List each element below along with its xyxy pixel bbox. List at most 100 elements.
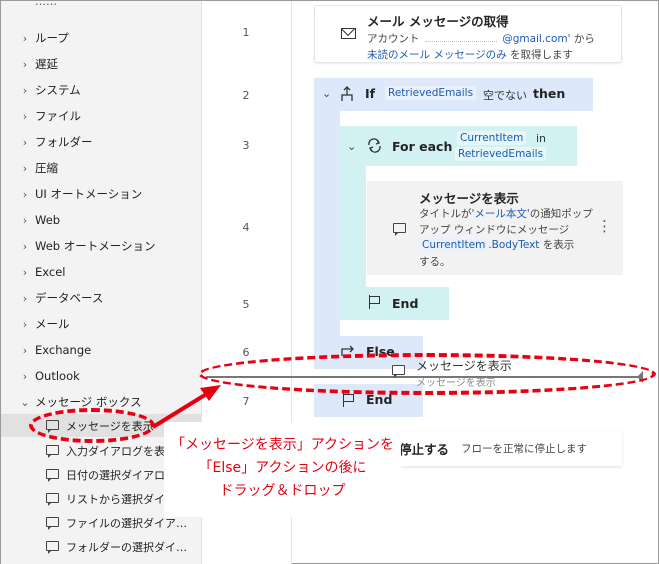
sidebar-item-excel[interactable]: › Excel (1, 260, 201, 284)
chevron-right-icon: › (22, 187, 28, 201)
sidebar-item-label: ループ (35, 31, 69, 45)
sidebar-item-outlook[interactable]: › Outlook (1, 364, 201, 388)
sidebar-partial-item: …… (35, 1, 57, 8)
sidebar-item-label: Outlook (35, 369, 80, 383)
chevron-right-icon: › (22, 83, 28, 97)
line-number: 1 (242, 26, 250, 39)
drop-target-highlight (198, 353, 656, 395)
sidebar-item-label: 圧縮 (35, 161, 58, 175)
sidebar-item-database[interactable]: › データベース (1, 286, 201, 310)
mail-icon (341, 28, 356, 39)
sidebar-item-label: UI オートメーション (35, 187, 143, 201)
variable-chip: RetrievedEmails (385, 86, 477, 100)
line-number: 4 (242, 221, 250, 234)
action-description: フローを正常に停止します (461, 443, 587, 455)
action-description: タイトルが'メール本文'の通知ポップ (419, 206, 593, 221)
title-value: 'メール本文' (471, 208, 530, 220)
annotation-callout: 「メッセージを表示」アクションを 「Else」アクションの後に ドラッグ＆ドロッ… (164, 422, 401, 517)
sidebar-item-label: Web (35, 213, 61, 227)
action-label: 入力ダイアログを表示 (66, 444, 176, 458)
chevron-right-icon: › (22, 57, 28, 71)
foreach-label: For each (392, 139, 453, 154)
action-card-retrieve-email[interactable]: メール メッセージの取得 アカウント @gmail.com' から 未読のメール… (314, 5, 622, 63)
if-label: If (365, 86, 376, 101)
action-description: CurrentItem .BodyText を表示 (419, 237, 574, 252)
foreach-block-rail (340, 166, 366, 287)
message-icon (46, 540, 59, 554)
line-number: 6 (242, 346, 250, 359)
desc-text: アップ ウィンドウにメッセージ (419, 224, 570, 236)
message-icon (46, 516, 59, 530)
sidebar-item-label: フォルダー (35, 135, 93, 149)
chevron-down-icon[interactable]: ⌄ (322, 87, 331, 100)
sidebar-item-loop[interactable]: › ループ (1, 26, 201, 50)
sidebar-item-folder[interactable]: › フォルダー (1, 130, 201, 154)
sidebar-item-file[interactable]: › ファイル (1, 104, 201, 128)
desc-text: の通知ポップ (529, 208, 593, 220)
chevron-right-icon: › (22, 369, 28, 383)
more-options-icon[interactable]: ⋮ (597, 217, 612, 235)
sidebar-item-mail[interactable]: › メール (1, 312, 201, 336)
then-label: then (533, 86, 566, 101)
desc-text: アカウント (367, 33, 420, 45)
sidebar-item-label: Exchange (35, 343, 92, 357)
desc-text: する。 (419, 256, 451, 268)
desc-text: を表示 (542, 239, 575, 251)
message-icon (46, 468, 59, 482)
chevron-right-icon: › (22, 161, 28, 175)
sidebar-item-label: メール (35, 317, 70, 331)
action-title: 停止する (399, 442, 450, 457)
action-label: フォルダーの選択ダイ… (66, 540, 187, 554)
sidebar-item-exchange[interactable]: › Exchange (1, 338, 201, 362)
desc-text: を取得します (509, 49, 573, 61)
action-folder-dialog[interactable]: フォルダーの選択ダイ… (1, 535, 201, 558)
sidebar-item-web-automation[interactable]: › Web オートメーション (1, 234, 201, 258)
chevron-right-icon: › (22, 31, 28, 45)
callout-line: ドラッグ＆ドロップ (219, 483, 346, 499)
chevron-right-icon: › (22, 265, 28, 279)
action-title: メッセージを表示 (419, 191, 519, 206)
action-card-display-message[interactable]: メッセージを表示 タイトルが'メール本文'の通知ポップ アップ ウィンドウにメッ… (367, 181, 623, 275)
chevron-right-icon: › (22, 291, 28, 305)
variable-chip: CurrentItem (457, 131, 527, 145)
in-text: in (536, 132, 547, 145)
action-card-stop-flow[interactable]: 停止する フローを正常に停止します (381, 431, 622, 466)
line-number: 5 (242, 298, 250, 311)
sidebar-item-label: ファイル (35, 109, 81, 123)
if-block-rail (314, 111, 340, 341)
sidebar-item-label: システム (35, 83, 81, 97)
action-label: 日付の選択ダイアロ… (66, 468, 176, 482)
desc-text: タイトルが (419, 208, 472, 220)
redacted-account (424, 41, 497, 42)
flag-icon (342, 393, 354, 407)
line-number: 7 (242, 395, 250, 408)
chevron-right-icon: › (22, 135, 28, 149)
variable-chip: CurrentItem (419, 238, 489, 252)
chevron-down-icon: ⌄ (20, 395, 30, 409)
chevron-down-icon[interactable]: ⌄ (347, 140, 356, 153)
if-icon (341, 86, 353, 101)
line-number: 3 (242, 139, 250, 152)
flag-icon (368, 295, 380, 309)
message-icon (393, 223, 406, 236)
sidebar-item-web[interactable]: › Web (1, 208, 201, 232)
condition-text: 空でない (483, 89, 527, 102)
sidebar-item-ui-automation[interactable]: › UI オートメーション (1, 182, 201, 206)
action-title: メール メッセージの取得 (367, 14, 509, 29)
chevron-right-icon: › (22, 239, 28, 253)
sidebar-item-label: Excel (35, 265, 66, 279)
action-description: 未読のメール メッセージのみ を取得します (367, 47, 573, 62)
desc-text: から (573, 33, 595, 45)
message-icon (46, 444, 59, 458)
sidebar-item-label: 遅延 (35, 57, 58, 71)
sidebar-item-delay[interactable]: › 遅延 (1, 52, 201, 76)
sidebar-item-compression[interactable]: › 圧縮 (1, 156, 201, 180)
property-value: .BodyText (488, 239, 540, 251)
chevron-right-icon: › (22, 109, 28, 123)
line-number: 2 (242, 89, 250, 102)
account-value: @gmail.com' (502, 33, 571, 45)
sidebar-item-system[interactable]: › システム (1, 78, 201, 102)
chevron-right-icon: › (22, 343, 28, 357)
action-description: アカウント @gmail.com' から (367, 31, 595, 46)
chevron-right-icon: › (22, 213, 28, 227)
